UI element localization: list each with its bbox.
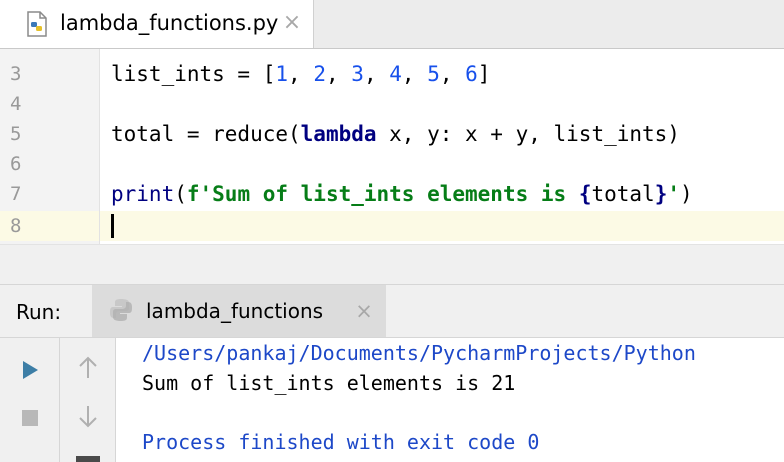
code-token: , (325, 62, 352, 86)
fstring-brace-token: { (578, 182, 592, 206)
line-number: 7 (10, 183, 22, 205)
code-token: , (401, 62, 428, 86)
rerun-play-icon[interactable] (16, 356, 44, 384)
line-number: 6 (10, 153, 22, 175)
python-file-icon (27, 11, 47, 37)
editor-tab-label: lambda_functions.py (60, 11, 279, 35)
code-token: list_ints = [ (111, 62, 276, 86)
code-token: total = reduce( (111, 122, 301, 146)
arrow-down-icon[interactable] (74, 402, 102, 430)
number-token: 5 (427, 62, 440, 86)
run-panel-body: /Users/pankaj/Documents/PycharmProjects/… (0, 338, 784, 462)
line-number: 5 (10, 123, 22, 145)
run-tab-label: lambda_functions (146, 299, 324, 323)
line-number: 4 (10, 93, 22, 115)
line-number: 3 (10, 63, 22, 85)
fstring-brace-token: } (654, 182, 668, 206)
line-number: 8 (10, 215, 22, 237)
number-token: 1 (275, 62, 289, 86)
builtin-token: print (111, 182, 175, 206)
console-exit-line: Process finished with exit code 0 (142, 430, 540, 454)
number-token: 3 (351, 62, 364, 86)
string-token: f'Sum of list_ints elements is (186, 182, 579, 206)
code-editor[interactable]: 3 4 5 6 7 8 list_ints = [1, 2, 3, 4, 5, … (0, 49, 784, 244)
code-token: ] (477, 62, 491, 86)
code-line-3: list_ints = [1, 2, 3, 4, 5, 6] (111, 59, 490, 89)
code-line-7: print(f'Sum of list_ints elements is {to… (111, 179, 693, 209)
panel-splitter[interactable] (0, 244, 784, 284)
code-token: , (363, 62, 390, 86)
editor-tab-bar: lambda_functions.py × (0, 0, 784, 49)
code-token: , (288, 62, 314, 86)
run-toolbar-secondary (60, 338, 116, 462)
arrow-up-icon[interactable] (74, 354, 102, 382)
string-token: ' (667, 182, 680, 206)
code-line-5: total = reduce(lambda x, y: x + y, list_… (111, 119, 680, 149)
number-token: 6 (465, 62, 478, 86)
code-token: x, y: x + y, list_ints) (376, 122, 680, 146)
run-tab-lambda-functions[interactable]: lambda_functions × (92, 285, 386, 337)
code-token: , (439, 62, 466, 86)
close-run-tab-icon[interactable]: × (352, 297, 376, 325)
python-icon (110, 299, 132, 321)
close-tab-icon[interactable]: × (280, 9, 304, 37)
console-output-line: Sum of list_ints elements is 21 (142, 371, 516, 395)
run-panel-label: Run: (16, 300, 62, 324)
stop-icon[interactable] (16, 404, 44, 432)
soft-wrap-icon[interactable] (76, 456, 100, 462)
run-toolbar-primary (0, 338, 60, 462)
code-token: ( (174, 182, 187, 206)
code-token: ) (680, 182, 693, 206)
code-token: total (591, 182, 655, 206)
number-token: 4 (389, 62, 402, 86)
text-caret (111, 214, 114, 238)
run-panel-header: Run: lambda_functions × (0, 284, 784, 338)
keyword-token: lambda (300, 122, 377, 146)
number-token: 2 (313, 62, 326, 86)
current-line-highlight (0, 211, 784, 241)
console-path-line: /Users/pankaj/Documents/PycharmProjects/… (142, 341, 696, 365)
editor-tab-lambda-functions[interactable]: lambda_functions.py × (0, 0, 314, 48)
